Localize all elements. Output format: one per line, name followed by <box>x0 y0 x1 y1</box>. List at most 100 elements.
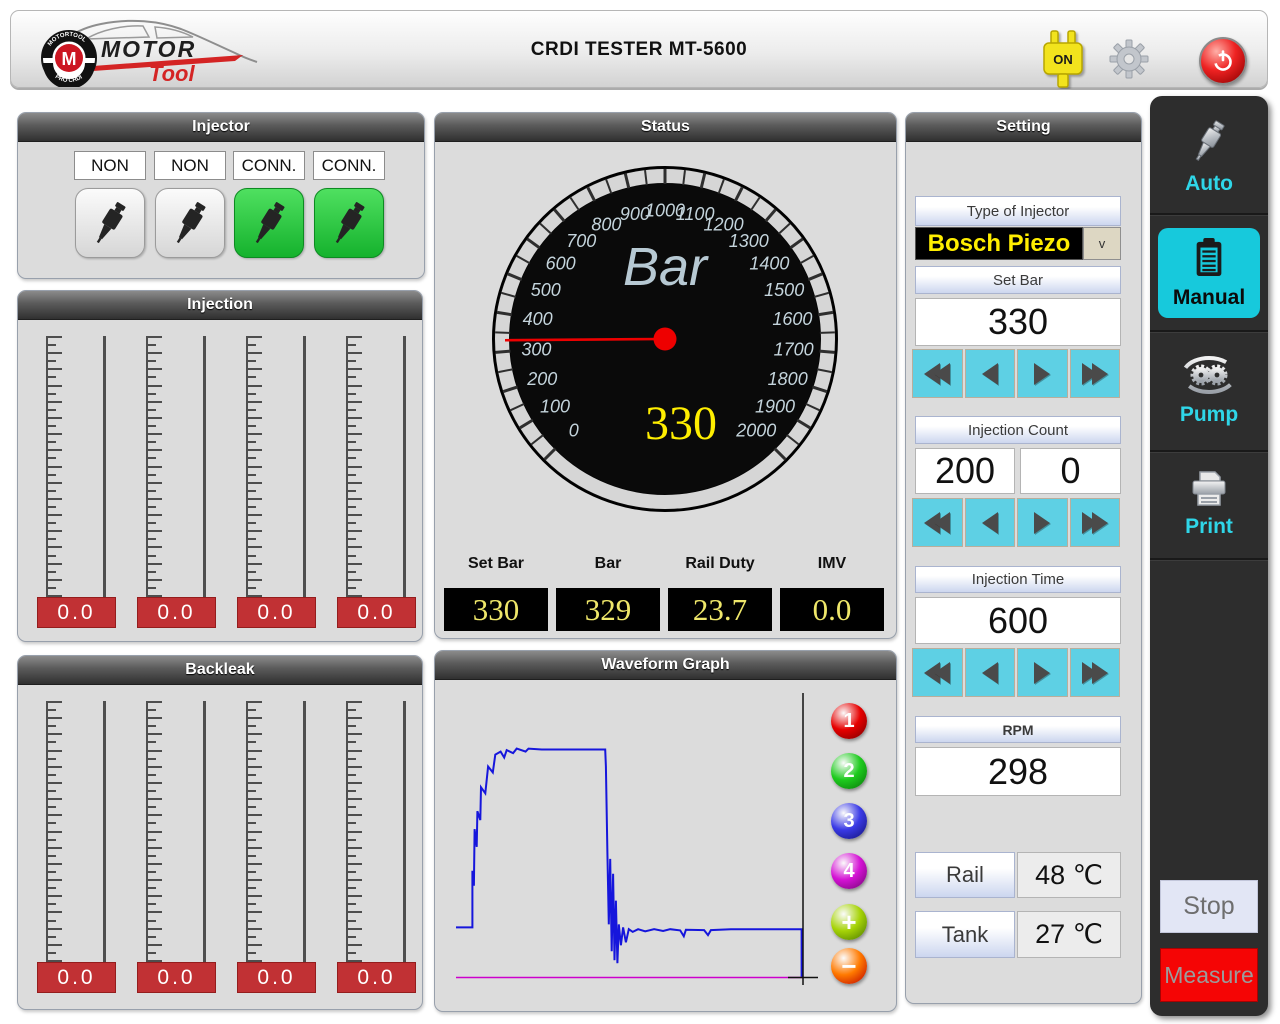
injection-time-increase-button[interactable] <box>1017 648 1068 697</box>
injection-time-fast-decrease-button[interactable] <box>912 648 963 697</box>
injection-value-1: 0.0 <box>37 597 116 628</box>
set-bar-spinner <box>912 349 1120 398</box>
sidebar-item-auto[interactable]: Auto <box>1150 104 1268 208</box>
readout-bar: 329 <box>556 588 660 631</box>
injector1-button[interactable] <box>75 188 145 258</box>
sidebar-item-manual[interactable]: Manual <box>1158 228 1260 318</box>
injection-count-target: 200 <box>915 448 1015 494</box>
power-plug-on-icon[interactable]: ON <box>1039 29 1087 89</box>
gauge-tick-label: 600 <box>546 253 576 273</box>
set-bar-label: Set Bar <box>915 266 1121 294</box>
slider-track[interactable] <box>303 701 306 962</box>
sidebar-item-label: Manual <box>1173 286 1245 310</box>
power-icon <box>1211 49 1235 73</box>
set-bar-value: 330 <box>915 298 1121 346</box>
injector-panel-title: Injector <box>18 113 424 142</box>
gauge-tick <box>820 332 835 333</box>
injection-count-fast-increase-button[interactable] <box>1070 498 1121 547</box>
slider-track[interactable] <box>403 336 406 597</box>
set-bar-fast-decrease-button[interactable] <box>912 349 963 398</box>
slider-track[interactable] <box>203 336 206 597</box>
injection-panel-title: Injection <box>18 291 422 320</box>
injector-type-dropdown-button[interactable]: v <box>1083 227 1121 260</box>
status-panel: Status 010020030040050060070080090010001… <box>434 112 897 639</box>
measure-button[interactable]: Measure <box>1160 948 1258 1002</box>
sidebar-item-label: Pump <box>1180 403 1238 427</box>
readout-imv: 0.0 <box>780 588 884 631</box>
gauge-tick <box>820 351 835 352</box>
power-button[interactable] <box>1199 37 1247 85</box>
settings-gear-icon[interactable] <box>1109 39 1149 79</box>
injection-time-spinner <box>912 648 1120 697</box>
injection-value-3: 0.0 <box>237 597 316 628</box>
injector3-button[interactable] <box>234 188 304 258</box>
auto-injector-icon <box>1187 117 1231 165</box>
backleak-value-1: 0.0 <box>37 962 116 993</box>
injector4-button[interactable] <box>314 188 384 258</box>
channel-2-button[interactable]: 2 <box>831 753 867 789</box>
gauge-tick-label: 800 <box>591 214 621 234</box>
rpm-label: RPM <box>915 716 1121 743</box>
print-printer-icon <box>1188 470 1230 508</box>
readout-setbar: 330 <box>444 588 548 631</box>
plug-on-label: ON <box>1053 52 1073 67</box>
gauge-tick-label: 1400 <box>749 253 789 273</box>
title-bar: MOTOR Tool M MOTORTOOL PRO CRDI CRDI TES… <box>10 10 1268 88</box>
injection-value-2: 0.0 <box>137 597 216 628</box>
nav-sidebar: Auto Manual <box>1150 96 1268 1016</box>
zoom-out-button[interactable]: − <box>831 948 867 984</box>
backleak-panel-title: Backleak <box>18 656 422 685</box>
gauge-tick-label: 1500 <box>764 280 804 300</box>
gauge-value: 330 <box>645 397 717 450</box>
gauge-tick-label: 300 <box>521 339 551 359</box>
gauge-tick-label: 100 <box>540 397 570 417</box>
gauge-tick <box>495 332 510 333</box>
backleak-value-2: 0.0 <box>137 962 216 993</box>
slider-track[interactable] <box>103 336 106 597</box>
slider-track[interactable] <box>103 701 106 962</box>
injection-count-spinner <box>912 498 1120 547</box>
gauge-needle <box>505 339 665 340</box>
waveform-plot <box>435 651 896 1011</box>
rail-temp-label: Rail <box>915 852 1015 898</box>
zoom-in-button[interactable]: + <box>831 904 867 940</box>
gauge-tick-label: 400 <box>523 309 553 329</box>
type-of-injector-label: Type of Injector <box>915 196 1121 226</box>
injection-count-fast-decrease-button[interactable] <box>912 498 963 547</box>
channel-3-button[interactable]: 3 <box>831 803 867 839</box>
slider-track[interactable] <box>203 701 206 962</box>
injection-time-fast-increase-button[interactable] <box>1070 648 1121 697</box>
channel-1-button[interactable]: 1 <box>831 703 867 739</box>
slider-track[interactable] <box>303 336 306 597</box>
setting-panel-title: Setting <box>906 113 1141 142</box>
stop-button[interactable]: Stop <box>1160 880 1258 933</box>
gauge-needle-hub <box>654 328 677 351</box>
injection-count-label: Injection Count <box>915 416 1121 444</box>
rpm-value: 298 <box>915 747 1121 796</box>
waveform-panel: Waveform Graph 1 2 3 4 + − <box>434 650 897 1012</box>
backleak-value-3: 0.0 <box>237 962 316 993</box>
pump-gears-icon <box>1180 354 1238 396</box>
readout-label-setbar: Set Bar <box>444 555 548 573</box>
readout-label-bar: Bar <box>556 555 660 573</box>
readout-railduty: 23.7 <box>668 588 772 631</box>
injector-type-value[interactable]: Bosch Piezo <box>915 227 1083 260</box>
readout-label-imv: IMV <box>780 555 884 573</box>
injection-time-label: Injection Time <box>915 566 1121 593</box>
sidebar-item-pump[interactable]: Pump <box>1150 336 1268 444</box>
channel-4-button[interactable]: 4 <box>831 853 867 889</box>
injection-count-decrease-button[interactable] <box>965 498 1016 547</box>
set-bar-increase-button[interactable] <box>1017 349 1068 398</box>
injection-count-increase-button[interactable] <box>1017 498 1068 547</box>
slider-track[interactable] <box>403 701 406 962</box>
gauge-tick-label: 1600 <box>772 309 812 329</box>
set-bar-fast-increase-button[interactable] <box>1070 349 1121 398</box>
injection-time-value: 600 <box>915 597 1121 644</box>
sidebar-item-print[interactable]: Print <box>1150 456 1268 552</box>
manual-clipboard-icon <box>1190 237 1228 279</box>
injector2-button[interactable] <box>155 188 225 258</box>
gauge-tick-label: 0 <box>569 421 579 441</box>
set-bar-decrease-button[interactable] <box>965 349 1016 398</box>
readout-label-railduty: Rail Duty <box>668 555 772 573</box>
injection-time-decrease-button[interactable] <box>965 648 1016 697</box>
